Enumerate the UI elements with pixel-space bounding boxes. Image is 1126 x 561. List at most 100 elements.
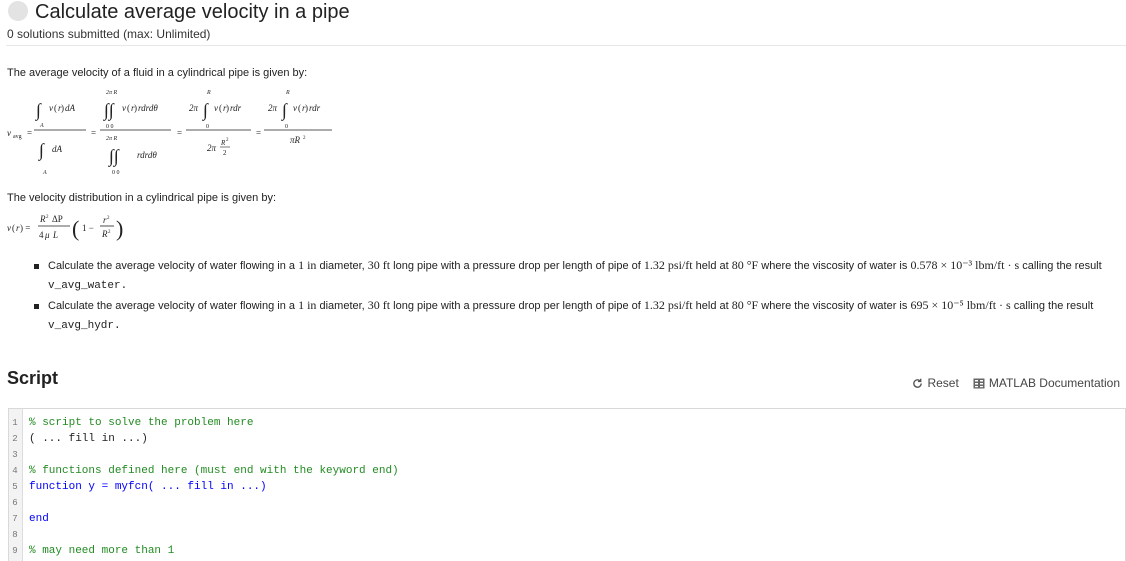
svg-text:) =: ) = [20, 223, 30, 233]
svg-text:v: v [293, 103, 297, 113]
viscosity-value: 0.578 × 10⁻³ lbm/ft · s [910, 258, 1020, 272]
svg-text:R: R [101, 229, 108, 239]
svg-text:dA: dA [52, 144, 63, 154]
svg-text:v: v [122, 103, 126, 113]
svg-text:=: = [177, 128, 182, 138]
diameter-value: 1 in [298, 258, 317, 272]
matlab-documentation-link[interactable]: MATLAB Documentation [973, 376, 1120, 390]
svg-text:1 −: 1 − [82, 223, 94, 233]
svg-text:2: 2 [303, 136, 306, 141]
svg-text:2: 2 [108, 230, 111, 235]
code-line[interactable]: 2 ( ... fill in ...) [9, 431, 1125, 447]
svg-text:0: 0 [206, 124, 209, 130]
svg-text:2π: 2π [207, 143, 217, 153]
svg-text:v: v [7, 128, 11, 138]
refresh-icon [913, 378, 923, 388]
svg-text:rdrdθ: rdrdθ [138, 103, 158, 113]
task-text: Calculate the average velocity of water … [48, 300, 299, 312]
task-text: where the viscosity of water is [758, 300, 911, 312]
line-number: 8 [12, 530, 18, 540]
code-line[interactable]: 8 [9, 527, 1125, 543]
task-list: Calculate the average velocity of water … [26, 256, 1116, 336]
line-number: 5 [12, 482, 18, 492]
svg-text:4: 4 [39, 230, 44, 240]
task-text: long pipe with a pressure drop per lengt… [390, 300, 644, 312]
submission-count: 0 solutions submitted (max: Unlimited) [7, 27, 211, 41]
svg-text:rdrdθ: rdrdθ [137, 150, 157, 160]
task-text: diameter, [316, 300, 368, 312]
svg-text:∫: ∫ [38, 140, 45, 161]
svg-text:R: R [39, 214, 46, 224]
code-text: end [29, 513, 49, 525]
task-text: calling the result [1019, 260, 1102, 272]
reset-button[interactable]: Reset [912, 376, 959, 390]
svg-text:ΔP: ΔP [52, 214, 63, 224]
svg-text:): ) [305, 103, 308, 113]
status-circle-icon [8, 1, 28, 21]
task-item-hydr: Calculate the average velocity of water … [26, 296, 1116, 336]
code-line[interactable]: 9 % may need more than 1 [9, 543, 1125, 559]
svg-text:0: 0 [285, 124, 288, 130]
line-number: 1 [12, 418, 18, 428]
pressure-drop-value: 1.32 psi/ft [643, 258, 693, 272]
code-line[interactable]: 7 end [9, 511, 1125, 527]
code-line[interactable]: 3 [9, 447, 1125, 463]
svg-text:2π R: 2π R [106, 90, 118, 96]
velocity-distribution-equation: v(r) = R 2 ΔP 4μL ( 1 − r2 R2 ) [7, 214, 123, 241]
code-line[interactable]: 1 % script to solve the problem here [9, 415, 1125, 431]
svg-text:(: ( [12, 223, 15, 233]
svg-text:L: L [52, 230, 58, 240]
code-text: % may need more than 1 [29, 545, 175, 557]
line-number: 9 [12, 546, 18, 556]
code-line[interactable]: 4 % functions defined here (must end with… [9, 463, 1125, 479]
code-line[interactable]: 5 function y = myfcn( ... fill in ...) [9, 479, 1125, 495]
code-text: % functions defined here (must end with … [29, 465, 399, 477]
svg-text:0 0: 0 0 [106, 124, 114, 130]
svg-text:): ) [116, 216, 123, 241]
intro-text: The average velocity of a fluid in a cyl… [7, 67, 308, 79]
svg-text:∫: ∫ [35, 100, 42, 121]
divider [6, 45, 1126, 46]
svg-text:(: ( [298, 103, 301, 113]
svg-text:dA: dA [65, 103, 76, 113]
svg-text:v: v [7, 223, 11, 233]
code-text: ( ... fill in ...) [29, 433, 148, 445]
script-toolbar: Reset MATLAB Documentation [912, 376, 1120, 390]
svg-text:rdr: rdr [230, 103, 242, 113]
svg-text:v: v [214, 103, 218, 113]
svg-text:2π: 2π [189, 103, 199, 113]
svg-text:): ) [134, 103, 137, 113]
svg-text:avg: avg [13, 134, 22, 140]
task-text: diameter, [316, 260, 368, 272]
viscosity-value: 695 × 10⁻⁵ lbm/ft · s [910, 298, 1011, 312]
svg-text:(: ( [127, 103, 130, 113]
code-line[interactable]: 6 [9, 495, 1125, 511]
svg-text:rdr: rdr [309, 103, 321, 113]
code-text: function y = myfcn( ... fill in ...) [29, 481, 267, 493]
svg-text:0 0: 0 0 [112, 170, 120, 176]
svg-text:R: R [285, 90, 290, 96]
length-value: 30 ft [367, 258, 391, 272]
task-text: held at [692, 300, 732, 312]
diameter-value: 1 in [298, 298, 317, 312]
temperature-value: 80 °F [731, 258, 759, 272]
task-text: calling the result [1010, 300, 1094, 312]
svg-text:A: A [39, 123, 44, 129]
svg-text:2: 2 [107, 216, 110, 221]
svg-text:R: R [206, 90, 211, 96]
line-number: 3 [12, 450, 18, 460]
line-number: 2 [12, 434, 18, 444]
svg-text:=: = [91, 128, 96, 138]
svg-text:∫: ∫ [281, 100, 288, 121]
task-text: held at [692, 260, 732, 272]
script-heading: Script [7, 368, 59, 388]
svg-text:∫: ∫ [202, 100, 209, 121]
svg-text:A: A [42, 170, 47, 176]
result-variable-name: v_avg_water. [48, 280, 128, 292]
pressure-drop-value: 1.32 psi/ft [643, 298, 693, 312]
svg-text:2: 2 [226, 138, 229, 143]
line-number: 6 [12, 498, 18, 508]
script-editor[interactable]: 1 % script to solve the problem here 2 ( .… [8, 408, 1126, 561]
task-text: long pipe with a pressure drop per lengt… [390, 260, 644, 272]
svg-text:): ) [61, 103, 64, 113]
